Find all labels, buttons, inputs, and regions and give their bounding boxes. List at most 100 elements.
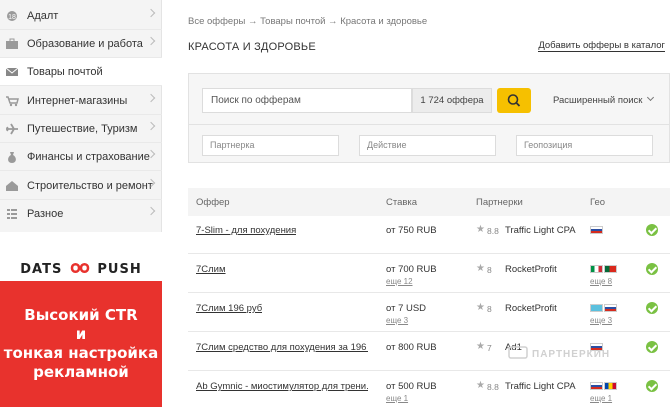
table-row[interactable]: 7Слим 196 руб от 7 USD еще 3 ★ 8 RocketP… [188,294,670,332]
star-icon: ★ [476,224,485,235]
chevron-down-icon [647,93,655,102]
table-row[interactable]: 7-Slim - для похудения от 750 RUB ★ 8.8 … [188,216,670,254]
sidebar-item-label: Разное [27,208,64,220]
breadcrumb[interactable]: Все офферы → Товары почтой → Красота и з… [188,16,427,27]
brand-right-text: PUSH [97,262,142,277]
partner-rating: 8 [487,304,492,314]
offer-link[interactable]: Ab Gymnic - миостимулятор для трени... [196,381,368,392]
mail-icon [5,65,19,79]
star-icon: ★ [476,341,485,352]
partner-rating: 8 [487,265,492,275]
sidebar-item-adult[interactable]: 18 Адалт [0,2,162,30]
star-icon: ★ [476,263,485,274]
check-icon [646,263,658,275]
rate-value: от 700 RUB [386,264,437,275]
ad-banner[interactable]: DATS PUSH Высокий CTR и тонкая настройка… [0,248,162,407]
partner-filter-input[interactable]: Партнерка [202,135,339,156]
action-filter-input[interactable]: Действие [359,135,496,156]
column-header-geo[interactable]: Гео [590,197,605,208]
column-header-offer[interactable]: Оффер [196,197,230,208]
sidebar-item-label: Товары почтой [27,65,103,78]
rate-more-link[interactable]: еще 1 [386,394,408,403]
geo-flags [590,265,617,273]
banner-line: Высокий CTR [24,306,138,324]
column-header-partners[interactable]: Партнерки [476,197,523,208]
search-button[interactable] [497,88,531,113]
geo-flags [590,304,617,312]
sidebar-item-education[interactable]: Образование и работа [0,30,162,58]
partner-rating: 8.8 [487,226,499,236]
sidebar-item-construction[interactable]: Строительство и ремонт [0,172,162,200]
sidebar-item-misc[interactable]: Разное [0,200,162,228]
brand-left-text: DATS [20,262,63,277]
sidebar-item-label: Интернет-магазины [27,94,128,107]
offer-link[interactable]: 7Слим 196 руб [196,303,262,314]
flag-it-icon [590,265,603,273]
offers-table: Оффер Ставка Партнерки Гео 7-Slim - для … [188,188,670,407]
search-panel: Поиск по офферам 1 724 оффера Расширенны… [188,73,670,163]
add-offers-link[interactable]: Добавить офферы в каталог [538,40,665,52]
sidebar-item-label: Образование и работа [27,37,143,50]
adult-icon: 18 [5,9,19,23]
sidebar-item-label: Путешествие, Туризм [27,122,138,135]
check-icon [646,302,658,314]
plane-icon [5,122,19,136]
watermark: ПАРТНЕРКИН [508,346,610,360]
partner-name[interactable]: Traffic Light CPA [505,381,576,392]
banner-text: Высокий CTR и тонкая настройка рекламной [0,306,162,382]
table-header: Оффер Ставка Партнерки Гео [188,188,670,216]
sidebar-item-label: Строительство и ремонт [27,179,153,192]
banner-line: и [75,325,87,343]
geo-more-link[interactable]: еще 1 [590,394,612,403]
flag-pt-icon [604,265,617,273]
sidebar-item-label: Финансы и страхование [27,150,150,163]
sidebar-item-online-shops[interactable]: Интернет-магазины [0,87,162,115]
chevron-right-icon [146,8,156,18]
table-row[interactable]: Ab Gymnic - миостимулятор для трени... о… [188,372,670,407]
rate-more-link[interactable]: еще 12 [386,277,413,286]
geo-more-link[interactable]: еще 8 [590,277,612,286]
sidebar: 18 Адалт Образование и работа Товары поч… [0,0,162,407]
geo-flags [590,226,603,234]
search-input[interactable]: Поиск по офферам [202,88,412,113]
advanced-search-label: Расширенный поиск [553,95,643,106]
partner-rating: 7 [487,343,492,353]
partner-name[interactable]: RocketProfit [505,303,557,314]
offer-link[interactable]: 7Слим [196,264,226,275]
sidebar-item-mail-goods[interactable]: Товары почтой [0,58,162,86]
sidebar-item-finance[interactable]: Финансы и страхование [0,143,162,171]
geo-more-link[interactable]: еще 3 [590,316,612,325]
advanced-search-toggle[interactable]: Расширенный поиск [553,93,655,106]
chevron-right-icon [146,93,156,103]
partner-name[interactable]: Traffic Light CPA [505,225,576,236]
rate-value: от 800 RUB [386,342,437,353]
sidebar-item-label: Адалт [27,9,59,22]
star-icon: ★ [476,380,485,391]
chevron-right-icon [146,206,156,216]
flag-ru-icon [590,382,603,390]
list-icon [5,207,19,221]
column-header-rate[interactable]: Ставка [386,197,417,208]
check-icon [646,380,658,392]
geo-flags [590,382,617,390]
rate-value: от 500 RUB [386,381,437,392]
flag-ru-icon [604,304,617,312]
offer-link[interactable]: 7-Slim - для похудения [196,225,296,236]
geo-filter-input[interactable]: Геопозиция [516,135,653,156]
rate-value: от 7 USD [386,303,427,314]
table-row[interactable]: 7Слим от 700 RUB еще 12 ★ 8 RocketProfit… [188,255,670,293]
watermark-logo-icon [508,346,528,359]
banner-line: рекламной [33,363,129,381]
check-icon [646,341,658,353]
main-content: Все офферы → Товары почтой → Красота и з… [178,0,670,407]
chevron-right-icon [146,121,156,131]
briefcase-icon [5,37,19,51]
partner-rating: 8.8 [487,382,499,392]
cart-icon [5,94,19,108]
rate-more-link[interactable]: еще 3 [386,316,408,325]
partner-name[interactable]: RocketProfit [505,264,557,275]
sidebar-item-travel[interactable]: Путешествие, Туризм [0,115,162,143]
star-icon: ★ [476,302,485,313]
flag-md-icon [604,382,617,390]
offer-link[interactable]: 7Слим средство для похудения за 196 ... [196,342,368,353]
